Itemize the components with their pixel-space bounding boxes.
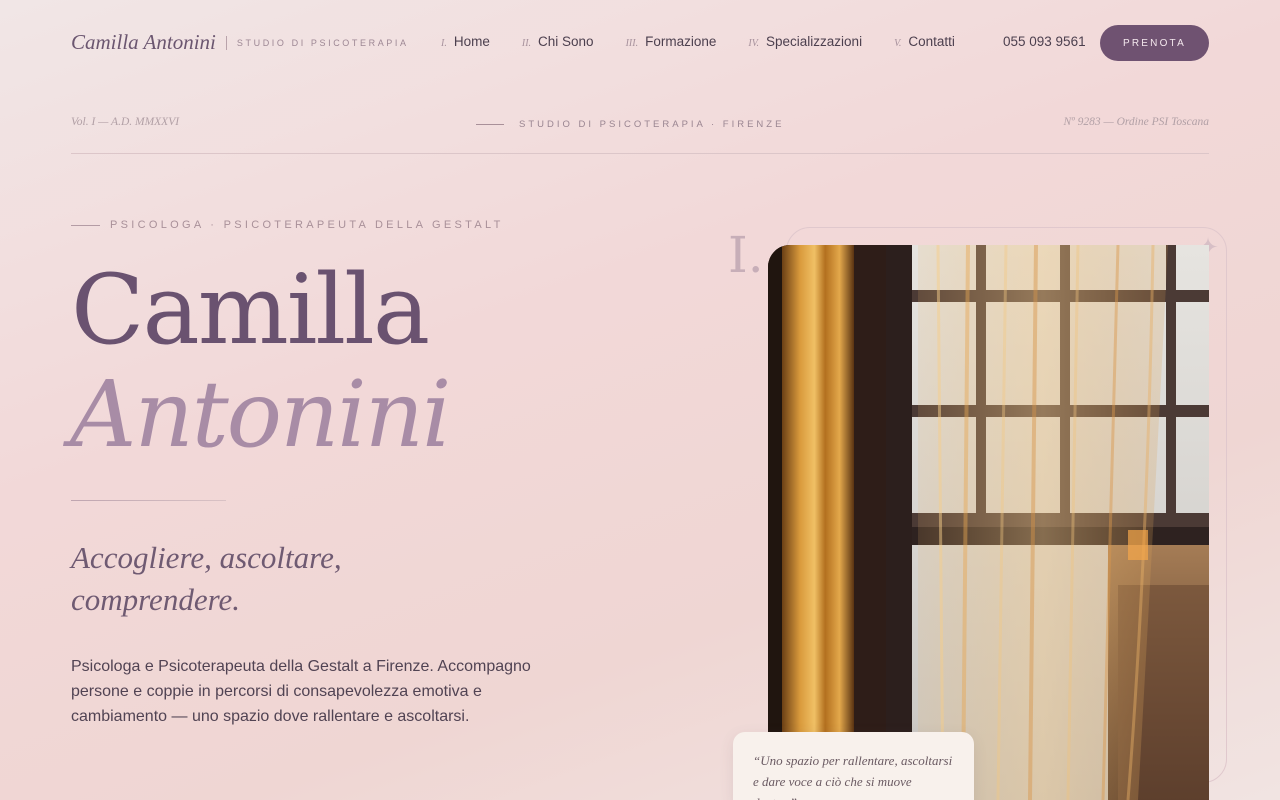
book-button[interactable]: Prenota xyxy=(1100,25,1209,61)
masthead-title: Studio di Psicoterapia · Firenze xyxy=(519,119,785,130)
menu-item-label: Chi Sono xyxy=(538,34,594,49)
menu-item-label: Contatti xyxy=(908,34,955,49)
eyebrow-rule xyxy=(71,224,100,226)
menu-item-home[interactable]: I. Home xyxy=(441,34,490,49)
menu-item-number: III. xyxy=(625,38,639,49)
menu-item-number: II. xyxy=(521,38,532,49)
menu-item-number: V. xyxy=(894,38,902,49)
menu-item-chi-sono[interactable]: II. Chi Sono xyxy=(522,34,594,49)
menu-item-number: I. xyxy=(441,38,447,49)
registration-label: Nº 9283 — Ordine PSI Toscana xyxy=(1063,116,1209,128)
main-menu: I. Home II. Chi Sono III. Formazione IV.… xyxy=(441,34,987,49)
tagline-line-2: comprendere. xyxy=(71,582,241,617)
section-numeral: I. xyxy=(728,226,764,284)
phone-link[interactable]: 055 093 9561 xyxy=(1003,34,1086,49)
menu-item-formazione[interactable]: III. Formazione xyxy=(626,34,717,49)
brand-tagline: Studio di Psicoterapia xyxy=(236,37,409,48)
menu-item-contatti[interactable]: V. Contatti xyxy=(894,34,955,49)
tagline-line-1: Accogliere, ascoltare, xyxy=(71,540,342,575)
masthead-center: Studio di Psicoterapia · Firenze xyxy=(476,119,784,130)
menu-item-specializzazioni[interactable]: IV. Specializzazioni xyxy=(748,34,862,49)
brand-name[interactable]: Camilla Antonini xyxy=(71,30,216,55)
hero-eyebrow: Psicologa · Psicoterapeuta della Gestalt xyxy=(71,219,504,231)
hero-last-name: Antonini xyxy=(70,361,451,468)
volume-label: Vol. I — A.D. MMXXVI xyxy=(71,116,180,128)
masthead-rule xyxy=(476,124,504,125)
hero-first-name: Camilla xyxy=(71,254,430,366)
quote-card: “Uno spazio per rallentare, ascoltarsi e… xyxy=(733,732,974,800)
quote-text: “Uno spazio per rallentare, ascoltarsi e… xyxy=(753,753,953,800)
masthead: Vol. I — A.D. MMXXVI Studio di Psicotera… xyxy=(71,114,1209,154)
menu-item-label: Formazione xyxy=(645,34,717,49)
brand-divider xyxy=(225,35,227,50)
window-curtain-photo xyxy=(768,245,1209,800)
eyebrow-text: Psicologa · Psicoterapeuta della Gestalt xyxy=(110,219,504,231)
menu-item-label: Specializzazioni xyxy=(766,34,863,49)
hero-intro: Psicologa e Psicoterapeuta della Gestalt… xyxy=(71,658,531,725)
menu-item-label: Home xyxy=(453,34,490,49)
brand[interactable]: Camilla Antonini Studio di Psicoterapia xyxy=(71,30,409,55)
site-header: Camilla Antonini Studio di Psicoterapia … xyxy=(0,0,1280,86)
menu-item-number: IV. xyxy=(748,38,760,49)
hero-divider xyxy=(71,500,226,501)
hero-tagline: Accogliere, ascoltare, comprendere. xyxy=(71,537,471,621)
